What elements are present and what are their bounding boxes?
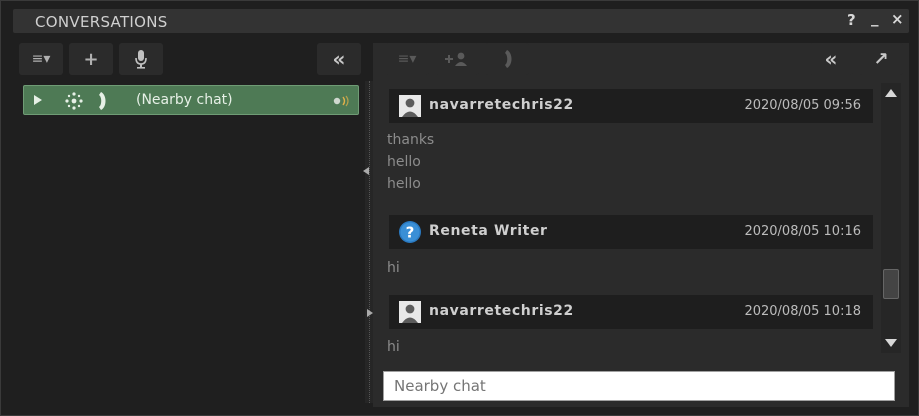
scroll-thumb[interactable] — [883, 269, 899, 299]
sender-name[interactable]: navarretechris22 — [429, 303, 574, 319]
message-timestamp: 2020/08/05 10:16 — [744, 224, 861, 239]
conversation-list: (Nearby chat) — [19, 81, 359, 403]
close-icon[interactable]: × — [891, 10, 904, 28]
help-icon[interactable]: ? — [847, 11, 856, 29]
message-header: ? Reneta Writer 2020/08/05 10:16 — [389, 215, 873, 249]
minimize-icon[interactable]: _ — [871, 9, 879, 27]
scroll-down-icon[interactable] — [885, 339, 897, 347]
double-chevron-left-icon: « — [824, 47, 838, 71]
call-handset-icon — [505, 50, 512, 68]
splitter-line — [369, 81, 371, 403]
options-menu-icon: ≡▾ — [397, 51, 417, 67]
message-header: navarretechris22 2020/08/05 10:18 — [389, 295, 873, 329]
voice-indicator-icon — [333, 95, 349, 107]
message-text: hello — [387, 176, 421, 192]
conversation-label: (Nearby chat) — [136, 92, 233, 108]
options-menu-button[interactable]: ≡▾ — [19, 43, 63, 75]
message-timestamp: 2020/08/05 09:56 — [744, 98, 861, 113]
message-text: hi — [387, 260, 400, 276]
message-text: thanks — [387, 132, 435, 148]
call-handset-icon — [99, 92, 106, 110]
add-conversation-button[interactable]: + — [69, 43, 113, 75]
expand-arrow-icon[interactable] — [34, 95, 42, 105]
chat-toolbar: ≡▾ « ↗ — [385, 43, 905, 77]
question-avatar-icon[interactable]: ? — [399, 221, 421, 243]
message-timestamp: 2020/08/05 10:18 — [744, 304, 861, 319]
voice-button[interactable] — [119, 43, 163, 75]
nearby-people-icon — [65, 92, 83, 110]
tear-off-button[interactable]: ↗ — [859, 43, 903, 75]
collapse-conversations-button[interactable]: « — [317, 43, 361, 75]
chat-scrollbar[interactable] — [881, 83, 901, 353]
add-person-icon — [445, 52, 467, 66]
chat-input[interactable] — [383, 371, 895, 401]
scroll-up-icon[interactable] — [885, 89, 897, 97]
window-title: CONVERSATIONS — [35, 13, 168, 31]
panel-splitter[interactable] — [363, 81, 373, 403]
sender-name[interactable]: Reneta Writer — [429, 223, 548, 239]
options-menu-icon: ≡▾ — [31, 51, 51, 67]
svg-text:?: ? — [406, 224, 415, 242]
message-text: hello — [387, 154, 421, 170]
person-avatar-icon[interactable] — [399, 95, 421, 117]
collapse-chat-button[interactable]: « — [809, 43, 853, 75]
message-header: navarretechris22 2020/08/05 09:56 — [389, 89, 873, 123]
conversation-item-nearby-chat[interactable]: (Nearby chat) — [23, 85, 359, 115]
sender-name[interactable]: navarretechris22 — [429, 97, 574, 113]
chat-options-button[interactable]: ≡▾ — [385, 43, 429, 75]
microphone-icon — [135, 50, 147, 69]
chat-history: navarretechris22 2020/08/05 09:56 thanks… — [385, 83, 879, 351]
plus-icon: + — [83, 48, 99, 70]
double-chevron-left-icon: « — [332, 47, 346, 71]
person-avatar-icon[interactable] — [399, 301, 421, 323]
chat-panel: ≡▾ « ↗ navarretechris22 2020/08/05 09:56… — [373, 43, 909, 407]
call-button[interactable] — [485, 43, 529, 75]
add-participant-button[interactable] — [435, 43, 479, 75]
title-bar[interactable]: CONVERSATIONS ? _ × — [13, 9, 909, 33]
conversations-toolbar: ≡▾ + « — [19, 43, 361, 77]
conversations-window: CONVERSATIONS ? _ × ≡▾ + « (Nearby chat)… — [0, 0, 919, 416]
arrow-up-right-icon: ↗ — [873, 48, 889, 70]
message-text: hi — [387, 339, 400, 351]
